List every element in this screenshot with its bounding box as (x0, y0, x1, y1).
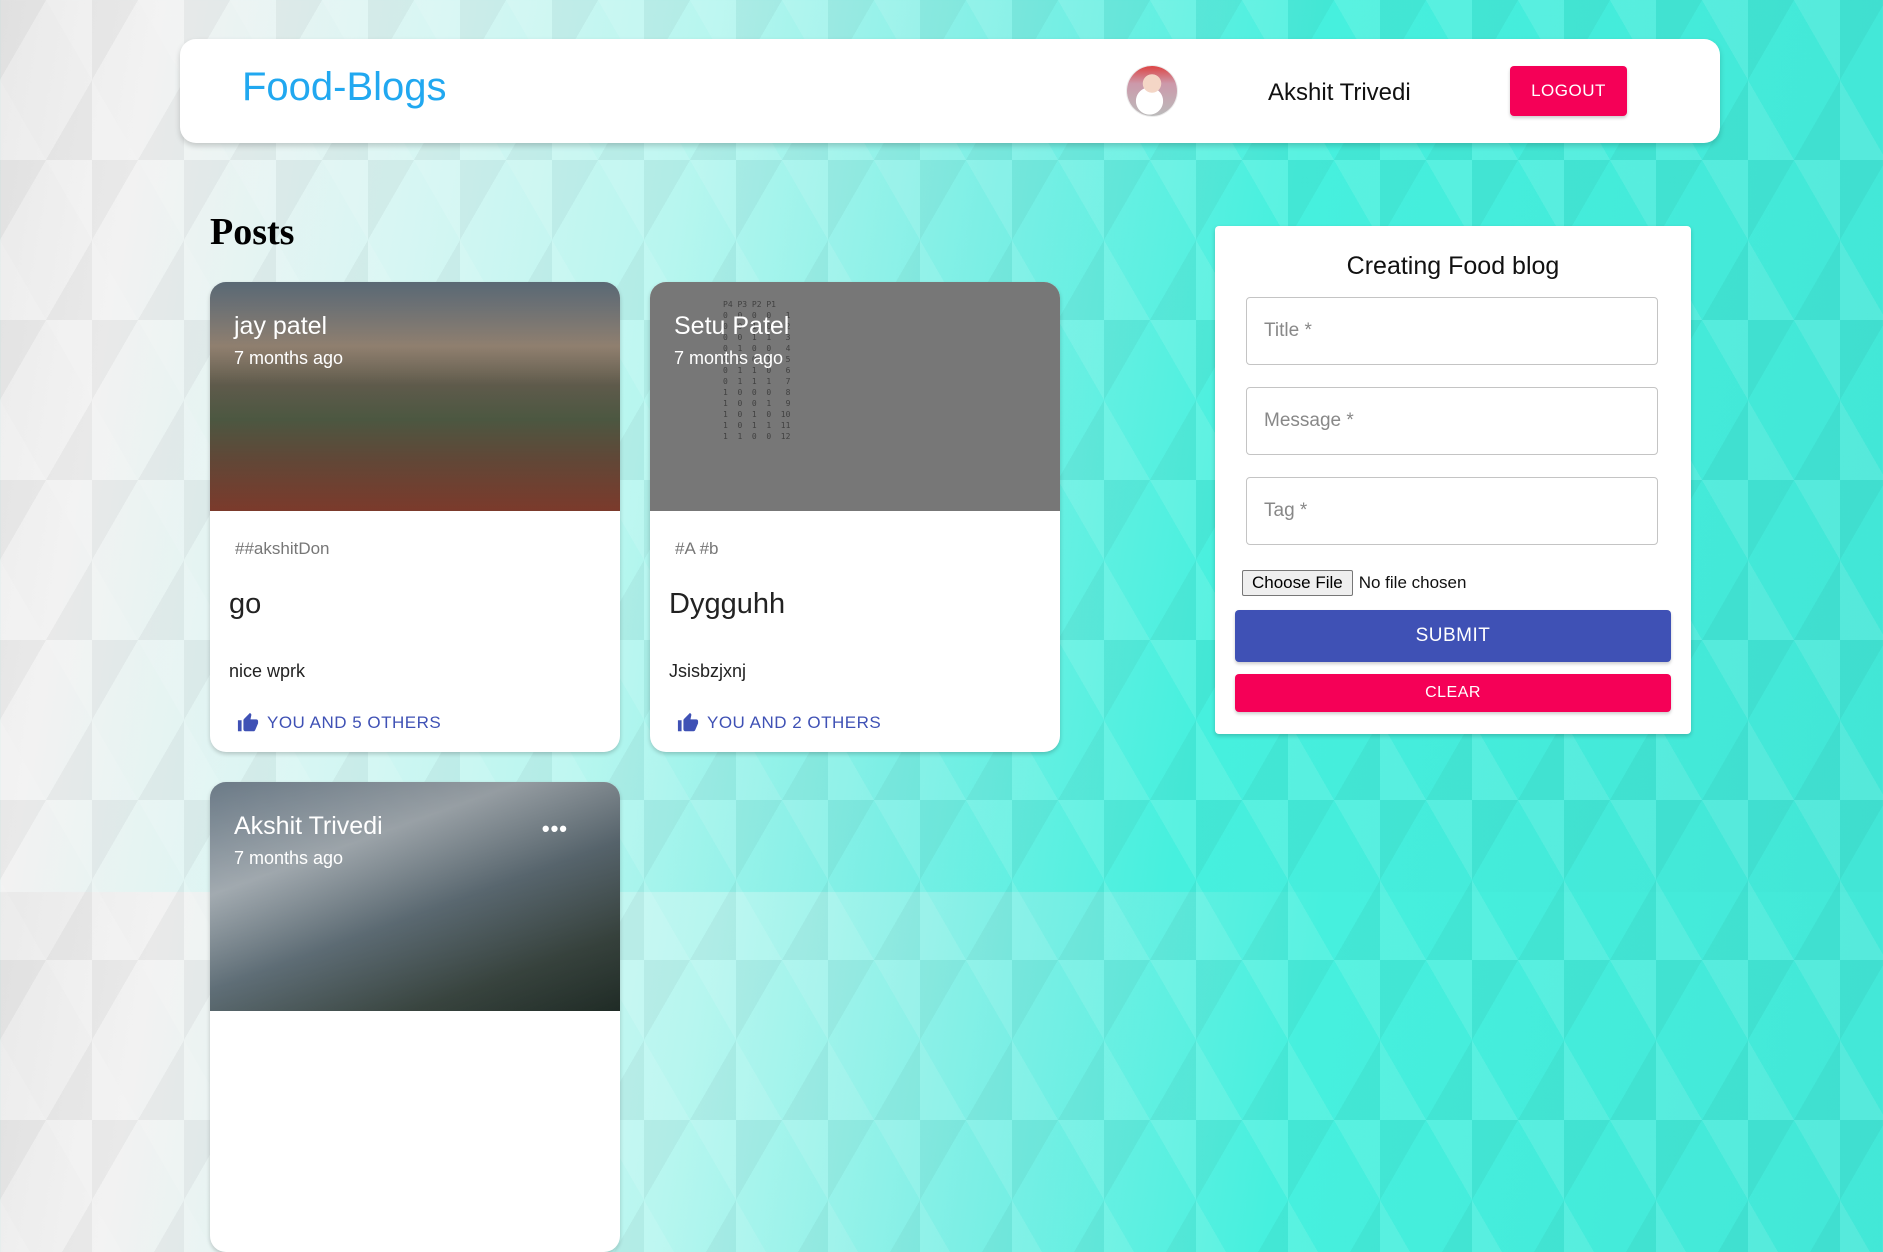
post-message: Jsisbzjxnj (669, 661, 747, 681)
thumb-up-icon (237, 712, 259, 734)
post-card: jay patel 7 months ago ##akshitDon go ni… (210, 282, 620, 752)
app-bar: Food-Blogs Akshit Trivedi LOGOUT (180, 39, 1720, 143)
like-button[interactable]: YOU AND 2 OTHERS (677, 712, 881, 734)
user-name: Akshit Trivedi (1268, 79, 1411, 106)
post-tags: #A #b (675, 539, 719, 558)
logout-button[interactable]: LOGOUT (1510, 66, 1627, 116)
clear-button[interactable]: CLEAR (1235, 674, 1671, 712)
submit-button[interactable]: SUBMIT (1235, 610, 1671, 662)
like-button[interactable]: YOU AND 5 OTHERS (237, 712, 441, 734)
more-horiz-icon[interactable]: ••• (542, 816, 568, 842)
post-message: nice wprk (229, 661, 306, 681)
post-time: 7 months ago (234, 848, 344, 868)
post-card: Akshit Trivedi 7 months ago ••• (210, 782, 620, 1252)
post-title: Dygguhh (669, 588, 786, 620)
post-time: 7 months ago (674, 348, 784, 368)
thumb-up-icon (677, 712, 699, 734)
avatar[interactable] (1127, 66, 1177, 116)
tag-input[interactable] (1246, 477, 1658, 545)
posts-heading: Posts (210, 211, 295, 253)
file-status: No file chosen (1358, 573, 1467, 592)
post-time: 7 months ago (234, 348, 344, 368)
post-author: Setu Patel (674, 312, 790, 340)
post-title: go (229, 588, 262, 620)
brand-title[interactable]: Food-Blogs (242, 65, 447, 110)
create-post-form: Creating Food blog Choose File No file c… (1215, 226, 1691, 734)
file-input: Choose File No file chosen (1242, 570, 1466, 596)
message-input[interactable] (1246, 387, 1658, 455)
post-card: P4 P3 P2 P1 0 0 0 0 1 0 0 1 0 2 0 0 1 1 … (650, 282, 1060, 752)
post-tags: ##akshitDon (235, 539, 330, 558)
like-count-label: YOU AND 2 OTHERS (707, 713, 882, 732)
choose-file-button[interactable]: Choose File (1242, 570, 1353, 596)
post-author: jay patel (234, 312, 328, 340)
like-count-label: YOU AND 5 OTHERS (267, 713, 442, 732)
form-title: Creating Food blog (1346, 252, 1560, 280)
post-author: Akshit Trivedi (234, 812, 383, 840)
title-input[interactable] (1246, 297, 1658, 365)
